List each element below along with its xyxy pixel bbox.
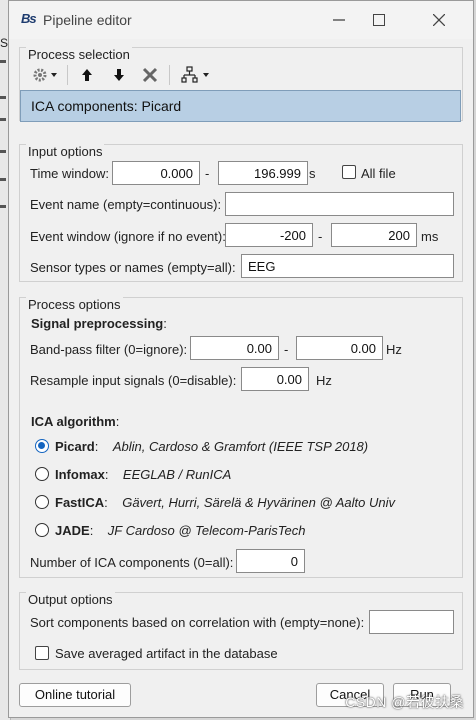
resample-unit: Hz — [316, 373, 332, 388]
event-window-end-input[interactable]: 200 — [331, 223, 417, 247]
arrow-down-icon — [114, 69, 124, 81]
app-logo: Bs — [21, 11, 37, 26]
radio-jade[interactable] — [35, 523, 49, 537]
move-up-button[interactable] — [77, 63, 97, 87]
arrow-up-icon — [82, 69, 92, 81]
background-mark — [0, 60, 6, 63]
online-tutorial-button[interactable]: Online tutorial — [19, 683, 131, 707]
time-window-unit: s — [309, 166, 316, 181]
bandpass-unit: Hz — [386, 342, 402, 357]
toolbar-separator — [67, 65, 68, 85]
process-options-title: Process options — [26, 297, 123, 312]
event-window-unit: ms — [421, 229, 439, 244]
algorithm-option-picard[interactable]: Picard: Ablin, Cardoso & Gramfort (IEEE … — [55, 439, 368, 454]
algorithm-option-infomax[interactable]: Infomax: EEGLAB / RunICA — [55, 467, 231, 482]
sort-components-label: Sort components based on correlation wit… — [30, 615, 365, 630]
minimize-icon — [333, 19, 345, 21]
toolbar-separator — [169, 65, 170, 85]
event-window-label: Event window (ignore if no event): — [30, 229, 226, 244]
event-name-input[interactable] — [225, 192, 454, 216]
pipeline-menu-button[interactable] — [179, 63, 215, 87]
gear-menu-button[interactable] — [29, 63, 63, 87]
close-button[interactable] — [419, 7, 459, 33]
radio-infomax[interactable] — [35, 467, 49, 481]
algorithm-option-jade[interactable]: JADE: JF Cardoso @ Telecom-ParisTech — [55, 523, 305, 538]
window-title: Pipeline editor — [43, 12, 132, 28]
time-window-end-input[interactable]: 196.999 — [218, 161, 308, 185]
ica-algorithm-heading: ICA algorithm: — [31, 414, 120, 429]
maximize-button[interactable] — [359, 7, 399, 33]
delete-icon — [142, 67, 158, 83]
all-file-label: All file — [361, 166, 396, 181]
maximize-icon — [373, 14, 385, 26]
radio-picard[interactable] — [35, 439, 49, 453]
algorithm-option-fastica[interactable]: FastICA: Gävert, Hurri, Särelä & Hyvärin… — [55, 495, 395, 510]
minimize-button[interactable] — [319, 7, 359, 33]
resample-input[interactable]: 0.00 — [241, 367, 309, 391]
signal-preprocessing-heading: Signal preprocessing: — [31, 316, 167, 331]
bandpass-dash: - — [284, 342, 289, 357]
sort-components-input[interactable] — [369, 610, 454, 634]
pipeline-editor-window: Bs Pipeline editor Process selection ICA… — [8, 0, 474, 718]
background-mark — [0, 205, 6, 208]
time-window-dash: - — [205, 166, 210, 181]
radio-fastica[interactable] — [35, 495, 49, 509]
bandpass-low-input[interactable]: 0.00 — [190, 336, 279, 360]
num-components-input[interactable]: 0 — [236, 549, 305, 573]
output-options-title: Output options — [26, 592, 115, 607]
bandpass-label: Band-pass filter (0=ignore): — [30, 342, 188, 357]
time-window-label: Time window: — [30, 166, 109, 181]
input-options-title: Input options — [26, 144, 105, 159]
background-mark — [0, 178, 6, 181]
bandpass-high-input[interactable]: 0.00 — [296, 336, 383, 360]
background-letter: S — [0, 36, 9, 50]
delete-process-button[interactable] — [139, 63, 161, 87]
gear-icon — [33, 68, 57, 82]
event-window-dash: - — [318, 229, 323, 244]
csdn-watermark: CSDN @若彼扶桑 — [345, 694, 464, 710]
event-window-start-input[interactable]: -200 — [225, 223, 313, 247]
save-artifact-label: Save averaged artifact in the database — [55, 646, 278, 661]
background-mark — [0, 118, 6, 121]
sensor-types-input[interactable]: EEG — [241, 254, 454, 278]
event-name-label: Event name (empty=continuous): — [30, 197, 222, 212]
pipeline-tree-icon — [181, 66, 209, 83]
selected-process-item[interactable]: ICA components: Picard — [20, 90, 461, 122]
move-down-button[interactable] — [109, 63, 129, 87]
resample-label: Resample input signals (0=disable): — [30, 373, 237, 388]
all-file-checkbox[interactable] — [342, 165, 356, 179]
sensor-types-label: Sensor types or names (empty=all): — [30, 260, 236, 275]
title-bar: Bs Pipeline editor — [9, 1, 473, 39]
close-icon — [433, 14, 445, 26]
process-selection-title: Process selection — [26, 47, 132, 62]
time-window-start-input[interactable]: 0.000 — [112, 161, 200, 185]
save-artifact-checkbox[interactable] — [35, 646, 49, 660]
background-mark — [0, 96, 6, 99]
background-mark — [0, 150, 6, 153]
num-components-label: Number of ICA components (0=all): — [30, 555, 234, 570]
